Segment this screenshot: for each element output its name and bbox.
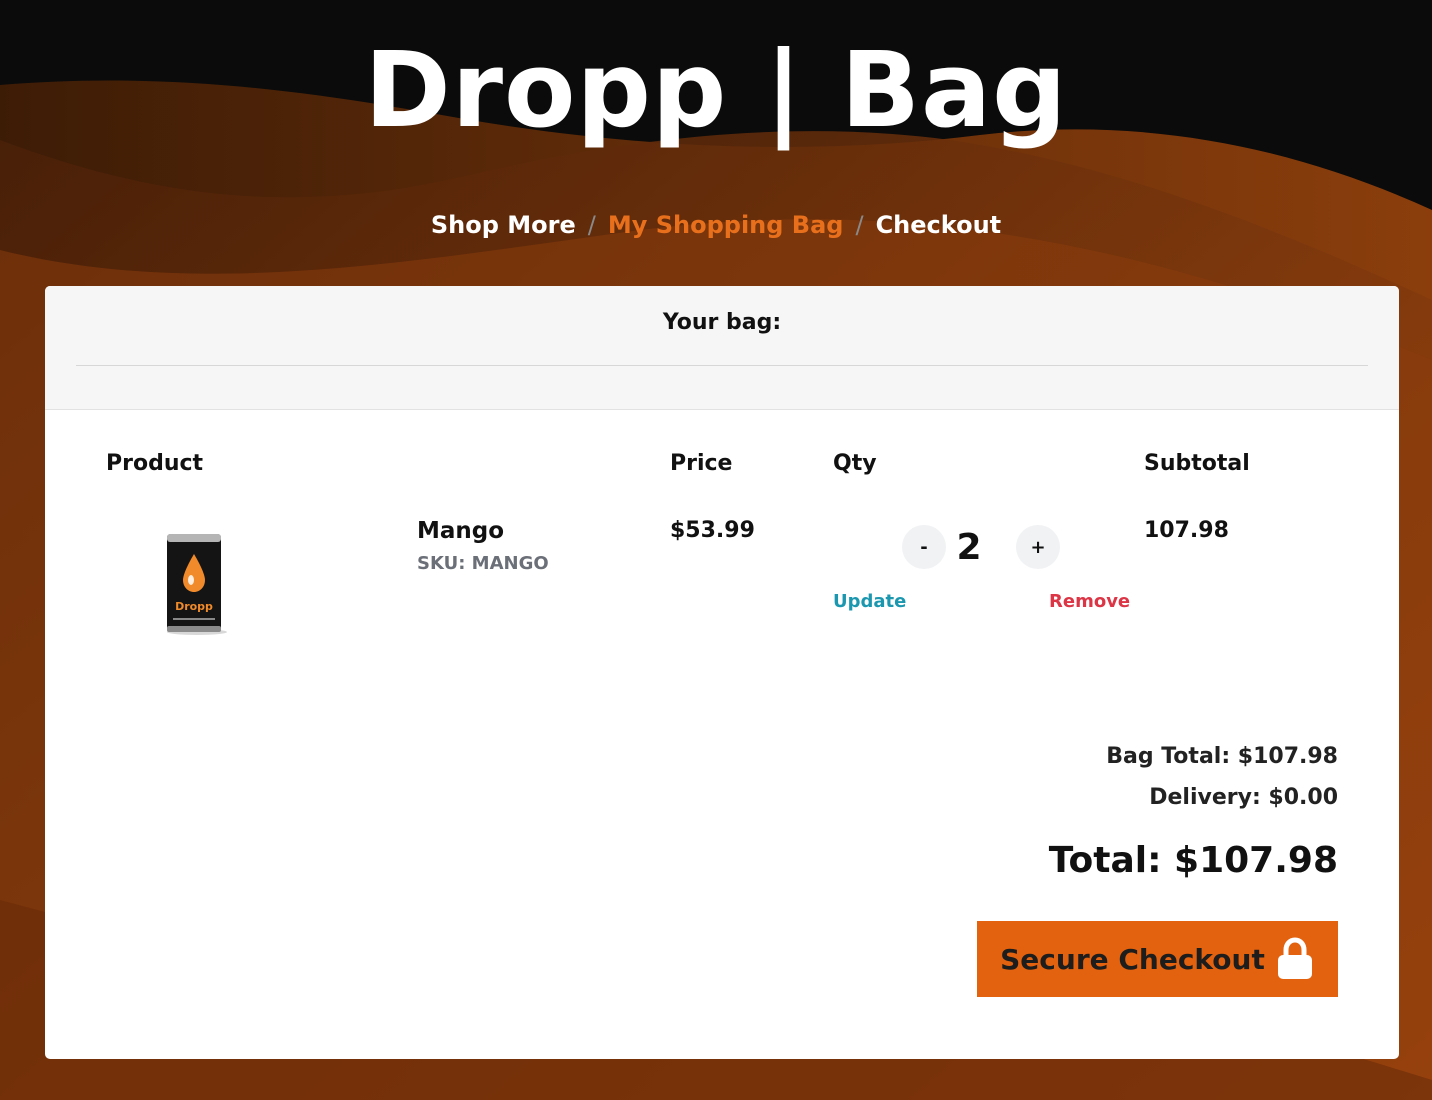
page-title: Dropp | Bag (364, 29, 1068, 151)
header-divider (76, 365, 1368, 366)
delivery-cost: Delivery: $0.00 (1149, 785, 1338, 810)
column-header-product: Product (106, 451, 204, 476)
product-image[interactable]: Dropp (155, 526, 235, 638)
remove-link[interactable]: Remove (1049, 589, 1130, 615)
column-header-price: Price (670, 451, 733, 476)
breadcrumb: Shop More / My Shopping Bag / Checkout (0, 208, 1432, 242)
totals-summary: Bag Total: $107.98 Delivery: $0.00 Total… (1049, 742, 1338, 883)
breadcrumb-separator: / (855, 211, 864, 239)
breadcrumb-separator: / (587, 211, 596, 239)
qty-decrease-button[interactable]: - (902, 525, 946, 569)
product-name[interactable]: Mango (417, 515, 504, 547)
qty-increase-button[interactable]: + (1016, 525, 1060, 569)
update-link[interactable]: Update (833, 589, 906, 615)
product-sku: SKU: MANGO (417, 553, 549, 574)
bag-card-header: Your bag: (45, 286, 1399, 410)
product-price: $53.99 (670, 518, 755, 543)
breadcrumb-checkout[interactable]: Checkout (876, 211, 1002, 239)
item-subtotal: 107.98 (1144, 518, 1229, 543)
bag-heading: Your bag: (662, 310, 782, 335)
lock-icon (1277, 937, 1312, 979)
grand-total: Total: $107.98 (1048, 840, 1338, 881)
qty-value[interactable]: 2 (944, 526, 994, 570)
product-brand-text: Dropp (175, 600, 213, 613)
bag-card: Your bag: Product Price Qty Subtotal Dro… (45, 286, 1399, 1059)
breadcrumb-my-shopping-bag[interactable]: My Shopping Bag (608, 211, 844, 239)
secure-checkout-label: Secure Checkout (1000, 942, 1265, 976)
bag-total: Bag Total: $107.98 (1106, 744, 1338, 769)
column-header-qty: Qty (833, 451, 877, 476)
breadcrumb-shop-more[interactable]: Shop More (431, 211, 576, 239)
column-header-subtotal: Subtotal (1144, 451, 1250, 476)
secure-checkout-button[interactable]: Secure Checkout (977, 921, 1338, 997)
